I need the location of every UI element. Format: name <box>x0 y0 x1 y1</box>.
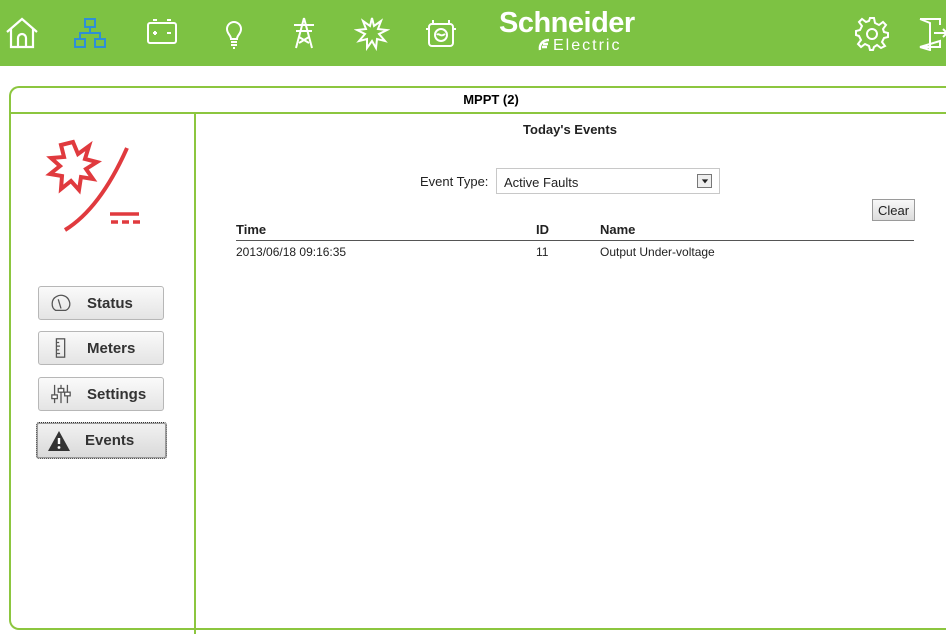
event-time: 2013/06/18 09:16:35 <box>236 245 347 259</box>
top-nav-bar: Schneider Electric <box>0 0 946 66</box>
transmission-tower-icon[interactable] <box>284 12 324 54</box>
events-content: Today's Events Event Type: Active Faults… <box>194 112 946 602</box>
events-table-header: Time ID Name <box>236 222 914 241</box>
event-type-select[interactable]: Active Faults <box>496 168 720 194</box>
warning-icon <box>45 427 73 455</box>
sidebar <box>11 114 196 634</box>
mppt-solar-charger-icon <box>41 134 141 234</box>
clear-button[interactable]: Clear <box>872 199 915 221</box>
home-icon[interactable] <box>2 12 42 54</box>
logo-name: Schneider <box>499 7 635 39</box>
gauge-icon <box>47 289 75 317</box>
schneider-electric-logo: Schneider Electric <box>499 8 635 54</box>
sidebar-item-label: Settings <box>87 385 147 403</box>
sliders-icon <box>47 380 75 408</box>
gear-icon[interactable] <box>852 12 892 54</box>
table-row[interactable]: 2013/06/18 09:16:35 11 Output Under-volt… <box>236 243 914 261</box>
events-title: Today's Events <box>523 122 617 137</box>
meter-icon <box>47 334 75 362</box>
event-type-value: Active Faults <box>504 175 579 190</box>
sidebar-item-label: Meters <box>87 339 136 357</box>
event-type-label: Event Type: <box>420 174 489 189</box>
sidebar-item-settings[interactable]: Settings <box>38 377 164 411</box>
network-icon[interactable] <box>70 12 110 54</box>
lightbulb-icon[interactable] <box>214 12 254 54</box>
column-header-time: Time <box>236 222 267 237</box>
battery-icon[interactable] <box>142 12 182 54</box>
sidebar-item-label: Events <box>85 432 135 449</box>
generator-icon[interactable] <box>421 12 461 54</box>
logout-door-icon[interactable] <box>912 12 946 54</box>
column-header-name: Name <box>600 222 636 237</box>
sidebar-item-events[interactable]: Events <box>36 422 167 459</box>
solar-icon[interactable] <box>352 12 392 54</box>
chevron-down-icon[interactable] <box>697 174 712 188</box>
event-name: Output Under-voltage <box>600 245 715 259</box>
column-header-id: ID <box>536 222 549 237</box>
panel-title: MPPT (2) <box>11 88 946 114</box>
sidebar-item-meters[interactable]: Meters <box>38 331 164 365</box>
event-id: 11 <box>536 245 549 259</box>
sidebar-item-status[interactable]: Status <box>38 286 164 320</box>
sidebar-item-label: Status <box>87 294 133 312</box>
logo-tagline: Electric <box>553 37 622 54</box>
logo-mark-icon <box>538 38 550 51</box>
